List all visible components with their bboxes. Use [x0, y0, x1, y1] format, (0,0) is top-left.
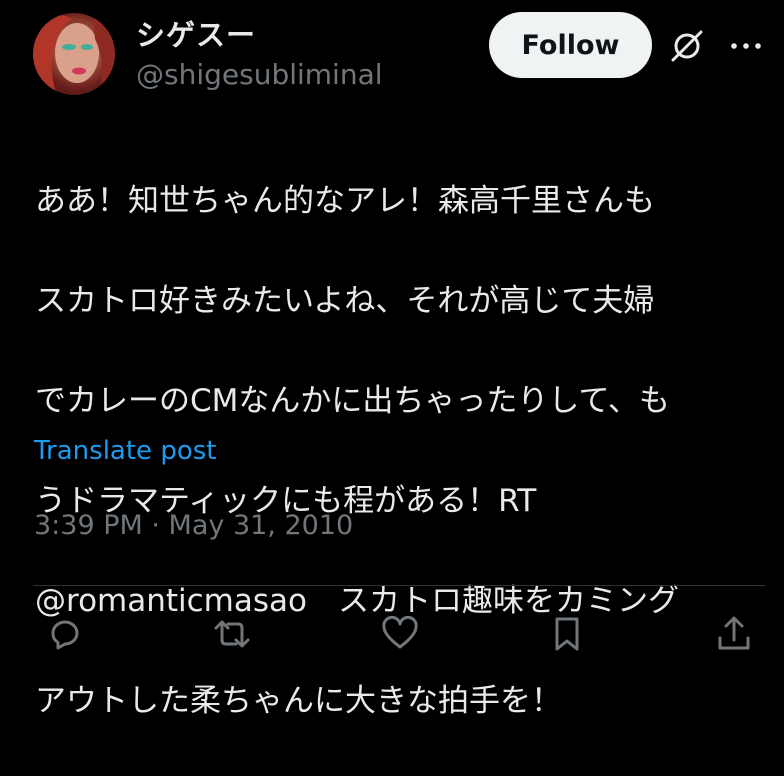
post-text-line: ああ！知世ちゃん的なアレ！森高千里さんも	[35, 183, 655, 219]
share-icon[interactable]	[714, 614, 754, 654]
bookmark-icon[interactable]	[547, 614, 587, 654]
follow-button[interactable]: Follow	[489, 12, 652, 78]
reply-icon[interactable]	[45, 614, 85, 654]
post-text-line: スカトロ好きみたいよね、それが高じて夫婦	[35, 283, 655, 319]
post-text-line: アウトした柔ちゃんに大きな拍手を！	[35, 683, 562, 719]
post-timestamp[interactable]: 3:39 PM · May 31, 2010	[34, 510, 353, 541]
repost-icon[interactable]	[212, 614, 252, 654]
divider	[33, 585, 765, 586]
translate-post-link[interactable]: Translate post	[34, 436, 216, 466]
grok-icon[interactable]	[669, 28, 705, 64]
post-text-line: でカレーのCMなんかに出ちゃったりして、も	[35, 383, 670, 419]
author-display-name[interactable]: シゲスー	[136, 12, 256, 54]
profile-avatar[interactable]	[33, 13, 115, 95]
more-options-icon[interactable]	[728, 34, 764, 58]
like-icon[interactable]	[380, 614, 420, 654]
author-handle[interactable]: @shigesubliminal	[136, 58, 383, 91]
